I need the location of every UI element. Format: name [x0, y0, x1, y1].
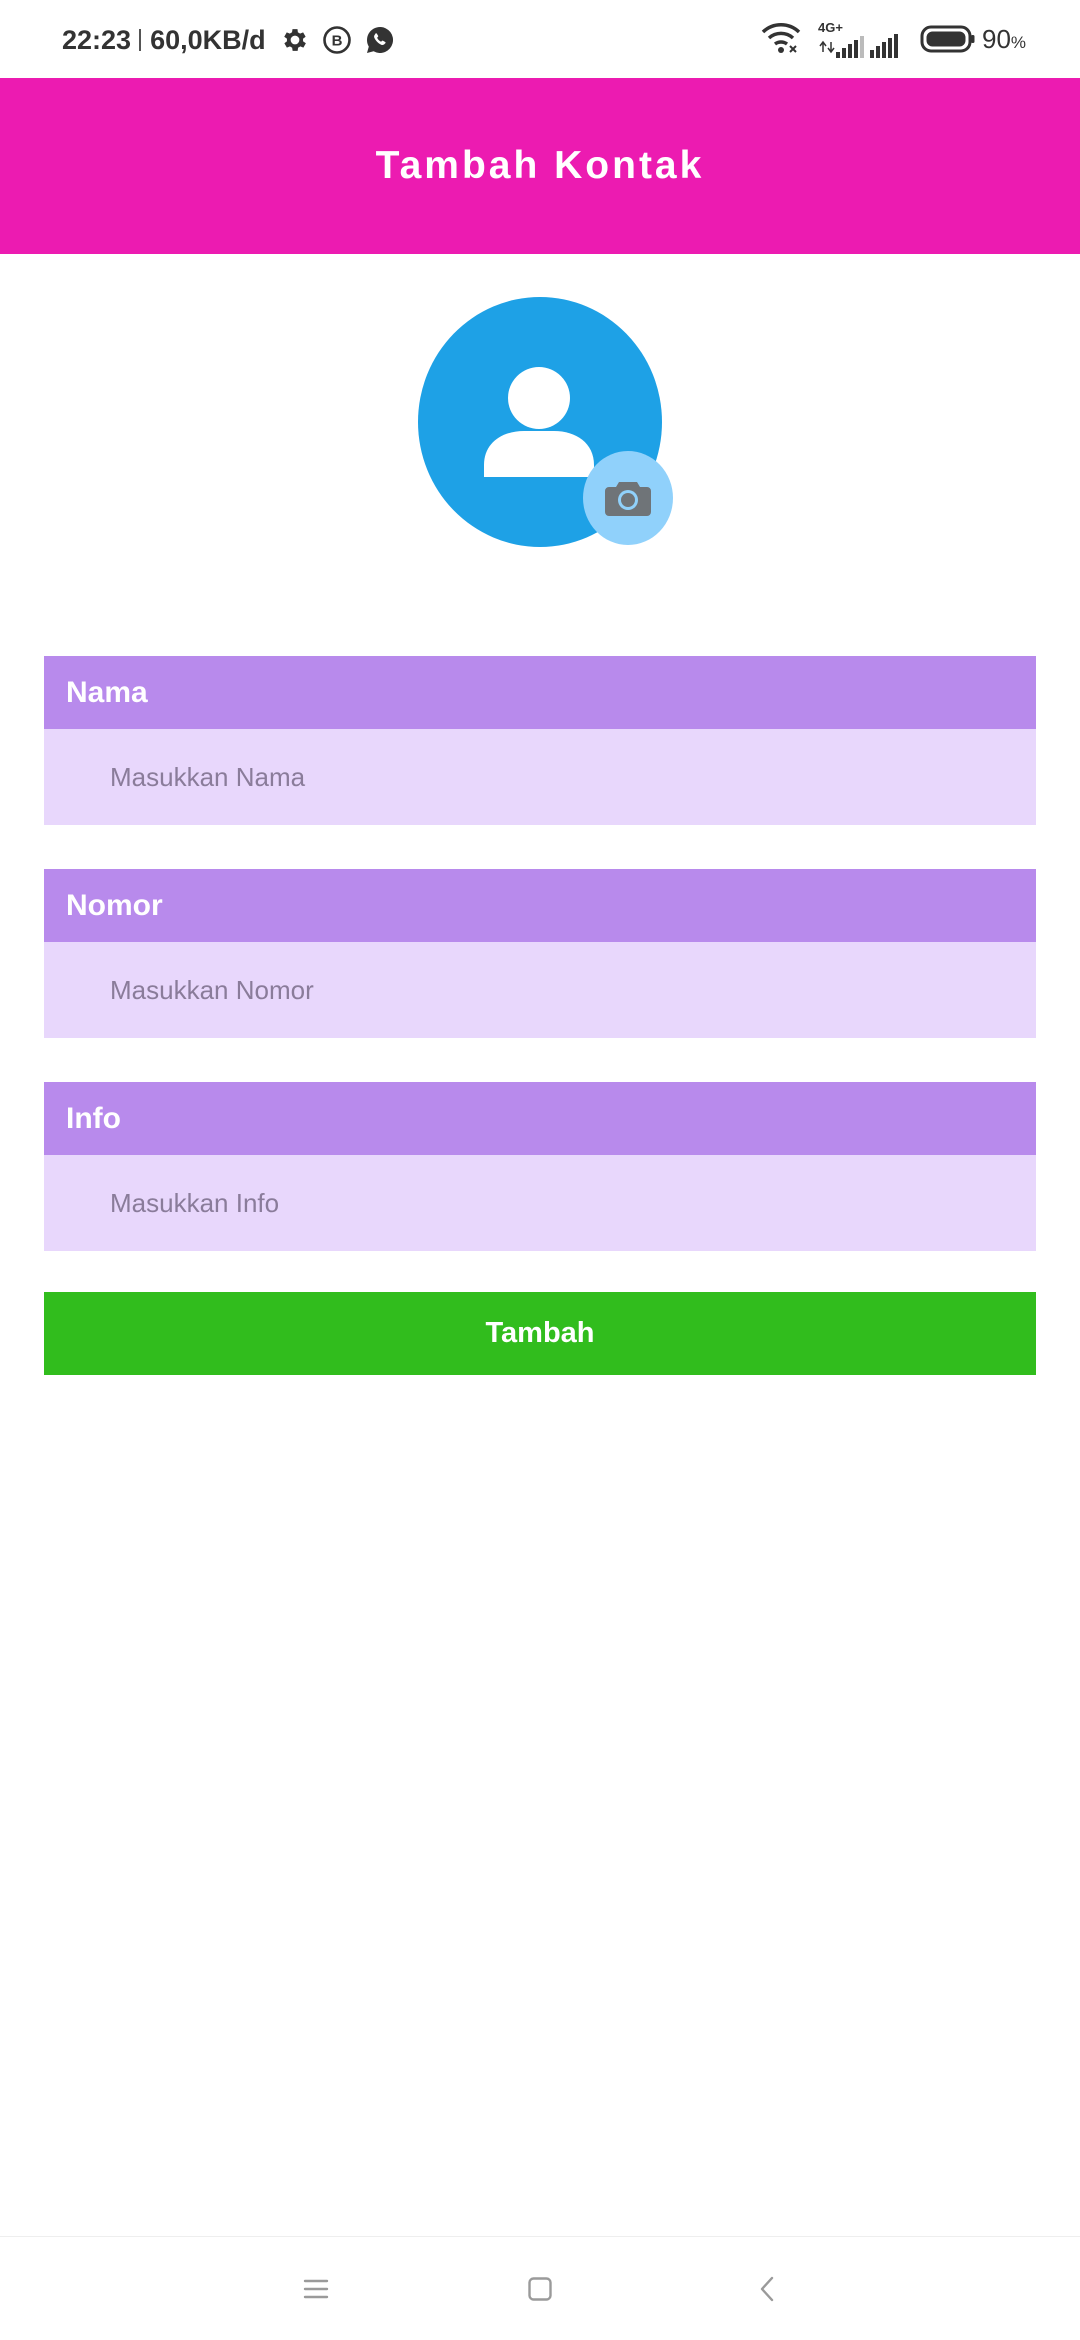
number-input[interactable]: [44, 942, 1036, 1038]
svg-text:B: B: [331, 33, 342, 50]
info-field: Info: [44, 1082, 1036, 1251]
back-icon[interactable]: [745, 2267, 789, 2311]
menu-icon[interactable]: [294, 2267, 338, 2311]
name-field: Nama: [44, 656, 1036, 825]
info-input[interactable]: [44, 1155, 1036, 1251]
status-bar: 22:23 60,0KB/d B 4G+ 90%: [0, 0, 1080, 78]
b-circle-icon: B: [322, 25, 352, 55]
page-title: Tambah Kontak: [375, 144, 705, 187]
camera-button[interactable]: [583, 451, 673, 545]
name-label: Nama: [44, 656, 1036, 729]
info-label: Info: [44, 1082, 1036, 1155]
status-bar-left: 22:23 60,0KB/d B: [62, 20, 396, 60]
home-icon[interactable]: [518, 2267, 562, 2311]
signal-4g-icon: [818, 36, 864, 63]
battery-icon: [920, 24, 976, 59]
status-bar-right: 4G+ 90%: [760, 18, 1080, 60]
add-button[interactable]: Tambah: [44, 1292, 1036, 1375]
name-input[interactable]: [44, 729, 1036, 825]
number-label: Nomor: [44, 869, 1036, 942]
network-type-label: 4G+: [818, 20, 843, 35]
number-field: Nomor: [44, 869, 1036, 1038]
status-divider: [139, 29, 142, 51]
app-bar: Tambah Kontak: [0, 78, 1080, 254]
signal-icon: [870, 34, 904, 63]
wifi-icon: [760, 20, 802, 61]
gear-icon: [280, 25, 310, 55]
status-time: 22:23: [62, 24, 132, 55]
navigation-bar: [0, 2236, 1080, 2340]
camera-icon: [605, 482, 651, 516]
battery-percent: 90%: [982, 24, 1027, 54]
network-speed: 60,0KB/d: [150, 24, 266, 55]
whatsapp-icon: [364, 24, 396, 56]
add-contact-screen: 22:23 60,0KB/d B 4G+ 90% Tambah Kontak N…: [0, 0, 1080, 2340]
